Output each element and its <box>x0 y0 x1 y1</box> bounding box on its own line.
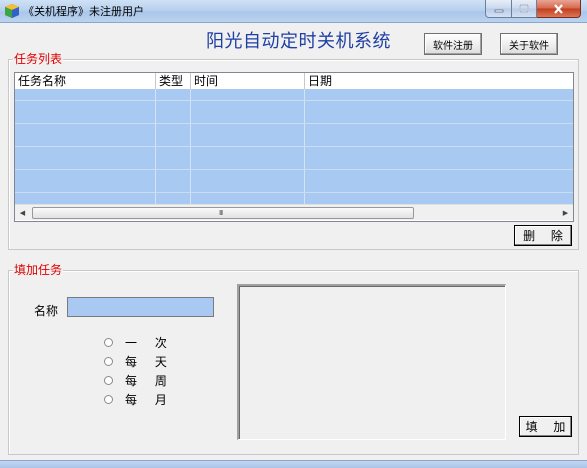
table-cell <box>191 112 305 123</box>
table-row[interactable] <box>15 158 573 169</box>
task-list-view[interactable]: 任务名称 类型 时间 日期 ◀ III ▶ <box>14 72 574 222</box>
radio-once-label: 一 次 <box>125 335 174 350</box>
radio-weekly[interactable]: 每 周 <box>104 372 174 388</box>
table-cell <box>156 146 191 158</box>
table-cell <box>15 192 156 204</box>
table-cell <box>305 89 573 100</box>
table-cell <box>156 112 191 123</box>
table-cell <box>15 135 156 146</box>
radio-circle-icon[interactable] <box>104 356 113 366</box>
table-cell <box>156 123 191 135</box>
table-cell <box>15 169 156 181</box>
radio-circle-icon[interactable] <box>104 394 113 404</box>
scroll-right-arrow-icon[interactable]: ▶ <box>558 205 573 220</box>
table-cell <box>191 192 305 204</box>
table-cell <box>191 146 305 158</box>
title-bar[interactable]: 《关机程序》未注册用户 <box>0 0 587 23</box>
table-row[interactable] <box>15 112 573 123</box>
close-icon <box>554 3 563 14</box>
table-cell <box>156 192 191 204</box>
table-row[interactable] <box>15 123 573 135</box>
radio-daily[interactable]: 每 天 <box>104 353 174 369</box>
table-cell <box>15 181 156 192</box>
task-list-legend: 任务列表 <box>13 52 64 66</box>
table-row[interactable] <box>15 169 573 181</box>
table-cell <box>15 112 156 123</box>
radio-weekly-label: 每 周 <box>125 373 174 388</box>
column-header-type[interactable]: 类型 <box>156 73 191 89</box>
register-button[interactable]: 软件注册 <box>424 33 482 55</box>
table-row[interactable] <box>15 89 573 100</box>
table-cell <box>305 123 573 135</box>
table-cell <box>305 158 573 169</box>
about-button[interactable]: 关于软件 <box>500 33 558 55</box>
delete-button[interactable]: 删 除 <box>514 225 572 246</box>
table-cell <box>191 100 305 112</box>
table-cell <box>305 192 573 204</box>
minimize-button[interactable] <box>485 0 512 18</box>
table-cell <box>191 135 305 146</box>
column-header-name[interactable]: 任务名称 <box>15 73 156 89</box>
table-cell <box>191 89 305 100</box>
table-cell <box>305 169 573 181</box>
list-rows <box>15 89 573 205</box>
table-cell <box>156 181 191 192</box>
name-label: 名称 <box>34 304 59 318</box>
table-row[interactable] <box>15 135 573 146</box>
radio-once[interactable]: 一 次 <box>104 334 174 350</box>
horizontal-scrollbar[interactable]: ◀ III ▶ <box>15 204 573 220</box>
table-cell <box>305 135 573 146</box>
maximize-icon <box>519 4 529 13</box>
column-header-date[interactable]: 日期 <box>305 73 573 89</box>
scroll-left-arrow-icon[interactable]: ◀ <box>15 205 30 220</box>
column-header-time[interactable]: 时间 <box>191 73 305 89</box>
table-cell <box>305 100 573 112</box>
app-icon <box>5 4 19 18</box>
table-cell <box>15 123 156 135</box>
add-task-button[interactable]: 填 加 <box>519 416 572 437</box>
table-cell <box>15 158 156 169</box>
table-cell <box>15 146 156 158</box>
table-cell <box>156 169 191 181</box>
radio-monthly[interactable]: 每 月 <box>104 391 174 407</box>
task-detail-panel <box>237 284 506 440</box>
table-cell <box>191 181 305 192</box>
table-cell <box>305 112 573 123</box>
table-cell <box>305 181 573 192</box>
table-cell <box>305 146 573 158</box>
list-header: 任务名称 类型 时间 日期 <box>15 73 573 90</box>
table-row[interactable] <box>15 146 573 158</box>
task-name-input[interactable] <box>67 297 214 317</box>
maximize-button[interactable] <box>512 0 537 18</box>
radio-monthly-label: 每 月 <box>125 392 174 407</box>
radio-daily-label: 每 天 <box>125 354 174 369</box>
add-task-legend: 填加任务 <box>13 263 64 277</box>
table-cell <box>15 100 156 112</box>
table-cell <box>191 169 305 181</box>
table-row[interactable] <box>15 181 573 192</box>
table-cell <box>156 158 191 169</box>
table-cell <box>156 100 191 112</box>
scrollbar-grip: III <box>219 209 223 217</box>
radio-circle-icon[interactable] <box>104 337 113 347</box>
table-row[interactable] <box>15 192 573 204</box>
table-cell <box>191 123 305 135</box>
scrollbar-thumb[interactable]: III <box>32 207 414 219</box>
app-heading: 阳光自动定时关机系统 <box>206 31 391 52</box>
table-cell <box>156 135 191 146</box>
close-button[interactable] <box>537 0 581 18</box>
window-title: 《关机程序》未注册用户 <box>23 5 144 18</box>
minimize-icon <box>494 9 503 12</box>
table-row[interactable] <box>15 100 573 112</box>
table-cell <box>191 158 305 169</box>
radio-circle-icon[interactable] <box>104 375 113 385</box>
table-cell <box>15 89 156 100</box>
table-cell <box>156 89 191 100</box>
